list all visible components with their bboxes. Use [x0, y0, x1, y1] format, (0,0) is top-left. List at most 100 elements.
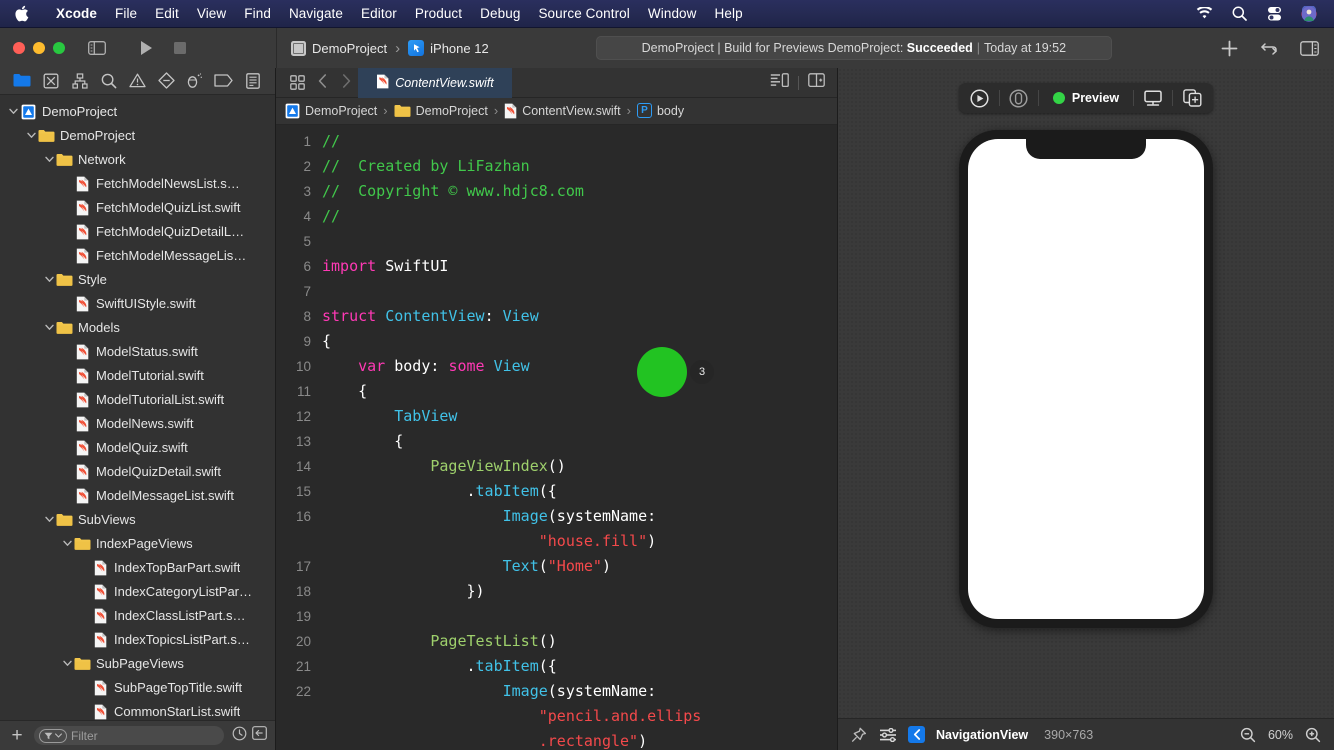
code-line[interactable]: 22 Image(systemName:: [276, 679, 837, 704]
code-line[interactable]: 21 .tabItem({: [276, 654, 837, 679]
line-number[interactable]: 15: [276, 479, 322, 504]
code-line[interactable]: 10 var body: some View: [276, 354, 837, 379]
variants-icon[interactable]: [879, 726, 897, 744]
minimize-button[interactable]: [33, 42, 45, 54]
line-number[interactable]: 12: [276, 404, 322, 429]
line-number[interactable]: 13: [276, 429, 322, 454]
code-line[interactable]: 3// Copyright © www.hdjc8.com: [276, 179, 837, 204]
related-items-icon[interactable]: [284, 75, 310, 90]
line-number[interactable]: 19: [276, 604, 322, 629]
status-bar[interactable]: DemoProject | Build for Previews DemoPro…: [595, 36, 1112, 60]
file-tree-group[interactable]: Models: [0, 316, 275, 340]
file-tree-item[interactable]: IndexCategoryListPar…: [0, 580, 275, 604]
breadcrumb-item[interactable]: ContentView.swift: [504, 103, 621, 119]
menu-item-xcode[interactable]: Xcode: [47, 4, 106, 23]
split-editor-icon[interactable]: [808, 73, 825, 92]
menu-item-editor[interactable]: Editor: [352, 4, 406, 23]
chevron-down-icon[interactable]: [42, 516, 56, 523]
blame-count-badge[interactable]: 3: [690, 359, 714, 384]
file-tree-item[interactable]: ModelQuizDetail.swift: [0, 460, 275, 484]
file-tree-group[interactable]: SubPageViews: [0, 652, 275, 676]
file-tree-item[interactable]: FetchModelMessageLis…: [0, 244, 275, 268]
file-tree-item[interactable]: ModelStatus.swift: [0, 340, 275, 364]
navigator-tab-issue-navigator-icon[interactable]: [126, 71, 148, 91]
clock-icon[interactable]: [232, 726, 247, 746]
file-tree-group[interactable]: Style: [0, 268, 275, 292]
line-number[interactable]: 9: [276, 329, 322, 354]
navigator-tab-symbol-navigator-icon[interactable]: [69, 71, 91, 91]
navigator-tab-project-navigator-icon[interactable]: [11, 71, 33, 91]
file-tree-group[interactable]: DemoProject: [0, 124, 275, 148]
iphone-device-frame[interactable]: [959, 130, 1213, 628]
code-line[interactable]: 6 import SwiftUI: [276, 254, 837, 279]
breadcrumb-item[interactable]: DemoProject: [285, 103, 377, 119]
file-tree-item[interactable]: SwiftUIStyle.swift: [0, 292, 275, 316]
line-number[interactable]: 10: [276, 354, 322, 379]
zoom-in-icon[interactable]: [1304, 726, 1322, 744]
line-number[interactable]: 4: [276, 204, 322, 229]
file-tree[interactable]: DemoProject DemoProject Network FetchModelN…: [0, 94, 275, 721]
code-line[interactable]: 1//: [276, 129, 837, 154]
code-line[interactable]: 2// Created by LiFazhan: [276, 154, 837, 179]
control-center-icon[interactable]: [1265, 5, 1283, 23]
wifi-icon[interactable]: [1195, 5, 1213, 23]
file-tree-group[interactable]: DemoProject: [0, 100, 275, 124]
file-tree-item[interactable]: ModelTutorialList.swift: [0, 388, 275, 412]
line-number[interactable]: 7: [276, 279, 322, 304]
code-line[interactable]: 7: [276, 279, 837, 304]
code-line[interactable]: 17 Text("Home"): [276, 554, 837, 579]
line-number[interactable]: 3: [276, 179, 322, 204]
line-number[interactable]: 22: [276, 679, 322, 704]
search-icon[interactable]: [1230, 5, 1248, 23]
line-number[interactable]: 18: [276, 579, 322, 604]
zoom-out-icon[interactable]: [1239, 726, 1257, 744]
chevron-down-icon[interactable]: [42, 324, 56, 331]
code-line[interactable]: 19: [276, 604, 837, 629]
file-tree-item[interactable]: FetchModelNewsList.s…: [0, 172, 275, 196]
zoom-button[interactable]: [53, 42, 65, 54]
code-review-icon[interactable]: [1259, 38, 1279, 58]
line-number[interactable]: 6: [276, 254, 322, 279]
code-line[interactable]: 11 {: [276, 379, 837, 404]
file-tree-group[interactable]: IndexPageViews: [0, 532, 275, 556]
code-line[interactable]: 8 struct ContentView: View: [276, 304, 837, 329]
file-tree-item[interactable]: IndexClassListPart.s…: [0, 604, 275, 628]
line-number[interactable]: 17: [276, 554, 322, 579]
forward-arrow-icon[interactable]: [334, 73, 358, 92]
scheme-selector[interactable]: DemoProject › iPhone 12: [291, 40, 489, 57]
file-tree-group[interactable]: Network: [0, 148, 275, 172]
code-line[interactable]: 4//: [276, 204, 837, 229]
menu-item-debug[interactable]: Debug: [471, 4, 529, 23]
filter-input[interactable]: Filter: [34, 726, 224, 746]
file-tree-item[interactable]: ModelMessageList.swift: [0, 484, 275, 508]
collapse-icon[interactable]: [252, 726, 267, 745]
file-tree-item[interactable]: IndexTopBarPart.swift: [0, 556, 275, 580]
inspect-preview-icon[interactable]: [1000, 83, 1038, 113]
menu-item-help[interactable]: Help: [706, 4, 752, 23]
line-number[interactable]: 16: [276, 504, 322, 529]
code-content-area[interactable]: 1//2// Created by LiFazhan 3// Copyright …: [276, 124, 837, 750]
file-tree-group[interactable]: SubViews: [0, 508, 275, 532]
file-tree-item[interactable]: FetchModelQuizList.swift: [0, 196, 275, 220]
menu-item-source-control[interactable]: Source Control: [529, 4, 638, 23]
apple-logo-icon[interactable]: [14, 4, 30, 24]
navigator-tab-find-navigator-icon[interactable]: [98, 71, 120, 91]
device-settings-icon[interactable]: [1134, 83, 1172, 113]
navigator-tab-breakpoint-navigator-icon[interactable]: [213, 71, 235, 91]
sidebar-toggle-icon[interactable]: [87, 39, 107, 57]
file-tree-item[interactable]: CommonStarList.swift: [0, 700, 275, 720]
user-avatar-icon[interactable]: [1300, 5, 1318, 23]
file-tree-item[interactable]: FetchModelQuizDetailL…: [0, 220, 275, 244]
file-tree-item[interactable]: ModelQuiz.swift: [0, 436, 275, 460]
minimap-icon[interactable]: [770, 73, 789, 92]
line-number[interactable]: 2: [276, 154, 322, 179]
back-chevron-icon[interactable]: [908, 726, 925, 743]
file-tree-item[interactable]: ModelNews.swift: [0, 412, 275, 436]
code-line[interactable]: 13 {: [276, 429, 837, 454]
navigator-tab-debug-navigator-icon[interactable]: [184, 71, 206, 91]
menu-item-edit[interactable]: Edit: [146, 4, 188, 23]
chevron-down-icon[interactable]: [60, 540, 74, 547]
chevron-down-icon[interactable]: [6, 108, 20, 115]
menu-item-file[interactable]: File: [106, 4, 146, 23]
navigator-tab-source-control-navigator-icon[interactable]: [40, 71, 62, 91]
